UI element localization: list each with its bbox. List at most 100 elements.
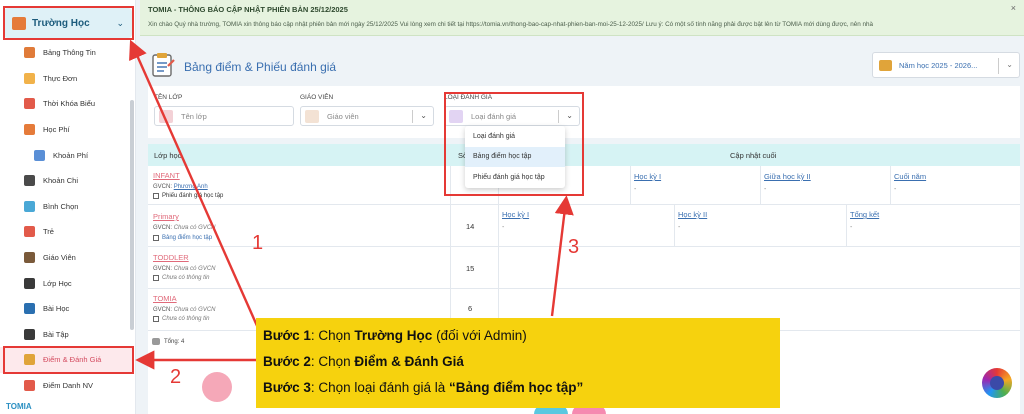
- column-divider: [630, 166, 631, 204]
- gvcn-label: GVCN:: [153, 266, 173, 272]
- update-notice: TOMIA - THÔNG BÁO CẬP NHẬT PHIÊN BẢN 25/…: [140, 0, 1024, 36]
- step-2-bold: Điểm & Đánh Giá: [354, 354, 464, 369]
- class-filter-label: TÊN LỚP: [154, 94, 183, 101]
- class-type-label: Bảng điểm học tập: [162, 235, 213, 241]
- chevron-down-icon: ⌄: [420, 111, 427, 120]
- sidebar-item-label: Trẻ: [43, 227, 54, 237]
- board-icon: [24, 47, 35, 59]
- class-link-infant[interactable]: INFANT: [153, 171, 180, 180]
- semester-link[interactable]: Tổng kết: [850, 210, 879, 219]
- doc-icon: [153, 275, 159, 281]
- semester-link[interactable]: Học kỳ I: [634, 172, 661, 181]
- sidebar-item-bai-hoc[interactable]: Bài Học: [0, 296, 134, 322]
- exercise-icon: [24, 328, 35, 340]
- step-3-text: : Chọn loại đánh giá là: [310, 380, 449, 395]
- sidebar-item-label: Bài Tập: [43, 329, 69, 339]
- sidebar-item-bang-thong-tin[interactable]: Bảng Thông Tin: [0, 40, 134, 66]
- teacher-filter-label: GIÁO VIÊN: [300, 94, 334, 101]
- semester-link[interactable]: Cuối năm: [894, 172, 926, 181]
- header-class: Lớp học: [154, 151, 182, 160]
- child-icon: [24, 226, 35, 238]
- empty-value: -: [894, 186, 897, 193]
- sidebar-item-label: Khoản Chi: [43, 176, 79, 186]
- step-1-bold: Trường Học: [354, 328, 433, 343]
- gvcn-label: GVCN:: [153, 225, 173, 231]
- sidebar-item-lop-hoc[interactable]: Lớp Học: [0, 270, 134, 296]
- sidebar-scrollbar[interactable]: [130, 100, 134, 330]
- step-number-3: 3: [568, 236, 580, 258]
- search-icon: [159, 110, 173, 123]
- close-icon[interactable]: ×: [1011, 3, 1016, 13]
- step-2-text: : Chọn: [310, 354, 355, 369]
- sidebar-item-binh-chon[interactable]: Bình Chọn: [0, 194, 134, 220]
- class-link-tomia[interactable]: TOMIA: [153, 294, 177, 303]
- sidebar-item-bai-tap[interactable]: Bài Tập: [0, 322, 134, 348]
- row-divider: [148, 288, 1020, 289]
- sidebar-item-giao-vien[interactable]: Giáo Viên: [0, 245, 134, 271]
- sidebar-item-tre[interactable]: Trẻ: [0, 219, 134, 245]
- class-gvcn: GVCN: Chưa có GVCN: [153, 307, 216, 313]
- class-link-primary[interactable]: Primary: [153, 212, 179, 221]
- sidebar-item-hoc-phi[interactable]: Học Phí: [0, 117, 134, 143]
- chevron-down-icon: ⌄: [1006, 60, 1013, 69]
- fee-icon: [24, 124, 35, 136]
- highlight-type-filter: [444, 92, 584, 196]
- select-separator: [998, 58, 999, 74]
- student-count: 14: [466, 222, 475, 231]
- class-filter-placeholder: Tên lớp: [181, 111, 207, 121]
- empty-value: -: [850, 224, 853, 231]
- calendar-icon: [879, 60, 892, 71]
- sidebar-item-label: Học Phí: [43, 125, 70, 135]
- sidebar-item-diem-danh-nv[interactable]: Điểm Danh NV: [0, 373, 134, 399]
- semester-link[interactable]: Học kỳ I: [502, 210, 529, 219]
- instruction-step-1: Bước 1: Chọn Trường Học (đối với Admin): [263, 323, 773, 349]
- class-type: Bảng điểm học tập: [153, 235, 212, 241]
- table-total: Tổng: 4: [152, 338, 184, 345]
- empty-value: -: [634, 186, 637, 193]
- column-divider: [760, 166, 761, 204]
- doc-icon: [153, 316, 159, 322]
- class-link-toddler[interactable]: TODDLER: [153, 253, 189, 262]
- sidebar-item-thuc-don[interactable]: Thực Đơn: [0, 66, 134, 92]
- step-3-prefix: Bước 3: [263, 380, 311, 395]
- student-count: 6: [468, 304, 473, 313]
- menu-icon: [24, 72, 35, 84]
- class-filter-input[interactable]: Tên lớp: [154, 106, 294, 126]
- tomia-logo: TOMIA: [6, 402, 32, 411]
- sidebar-item-khoan-chi[interactable]: Khoản Chi: [0, 168, 134, 194]
- school-year-select[interactable]: Năm học 2025 - 2026... ⌄: [872, 52, 1020, 78]
- sidebar-item-label: Khoản Phí: [53, 150, 89, 160]
- sidebar-item-khoan-phi[interactable]: Khoản Phí: [0, 142, 134, 168]
- instruction-step-3: Bước 3: Chọn loại đánh giá là “Bảng điểm…: [263, 375, 773, 401]
- highlight-grade-menu: [3, 346, 134, 374]
- select-separator: [412, 110, 413, 123]
- mascot-decoration: [202, 372, 232, 402]
- row-divider: [148, 204, 1020, 205]
- table-header: Lớp học Số Cập nhật cuối: [148, 144, 1020, 166]
- empty-value: -: [678, 224, 681, 231]
- help-widget-button[interactable]: [982, 368, 1012, 398]
- header-updated: Cập nhật cuối: [730, 151, 777, 160]
- gvcn-value: Chưa có GVCN: [173, 225, 216, 231]
- sidebar-item-thoi-khoa-bieu[interactable]: Thời Khóa Biểu: [0, 91, 134, 117]
- gvcn-link[interactable]: Phương Anh: [174, 184, 208, 190]
- gvcn-label: GVCN:: [153, 184, 173, 190]
- semester-link[interactable]: Học kỳ II: [678, 210, 707, 219]
- sidebar-item-label: Bình Chọn: [43, 201, 79, 211]
- step-number-2: 2: [170, 366, 182, 388]
- teacher-icon: [24, 252, 35, 264]
- lesson-icon: [24, 303, 35, 315]
- semester-link[interactable]: Giữa học kỳ II: [764, 172, 811, 181]
- step-1-prefix: Bước 1: [263, 328, 311, 343]
- fee-item-icon: [34, 149, 45, 161]
- class-type-label: Chưa có thông tin: [162, 275, 210, 281]
- teacher-filter-select[interactable]: Giáo viên ⌄: [300, 106, 434, 126]
- sidebar-item-label: Điểm Danh NV: [43, 381, 94, 391]
- step-3-bold: “Bảng điểm học tập”: [449, 380, 584, 395]
- clipboard-icon: [152, 53, 175, 77]
- class-type: Chưa có thông tin: [153, 275, 210, 281]
- instruction-step-2: Bước 2: Chọn Điểm & Đánh Giá: [263, 349, 773, 375]
- sidebar-item-label: Bảng Thông Tin: [43, 48, 96, 58]
- step-2-prefix: Bước 2: [263, 354, 311, 369]
- class-type: Chưa có thông tin: [153, 316, 210, 322]
